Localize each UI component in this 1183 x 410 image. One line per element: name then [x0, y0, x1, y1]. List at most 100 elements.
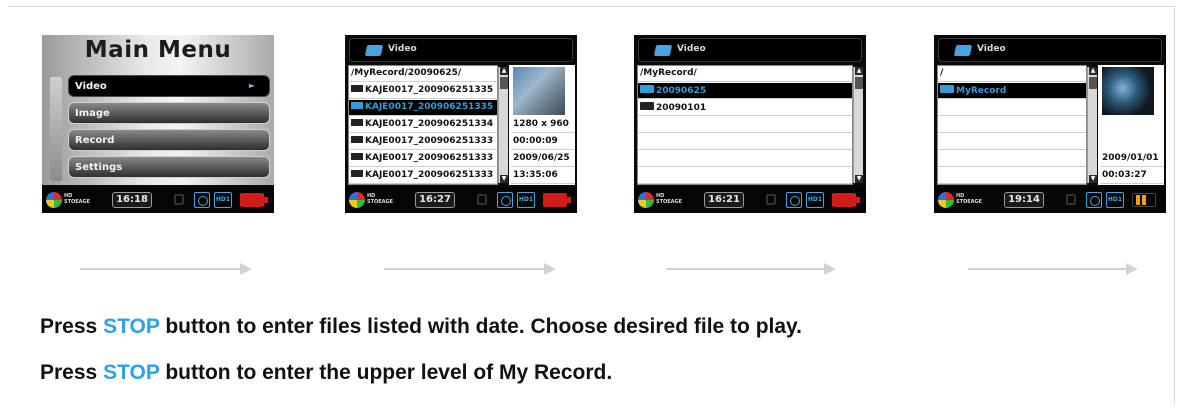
caption-text: button to enter files listed with date. …	[159, 315, 803, 338]
path-row: /MyRecord/20090625/	[349, 66, 497, 82]
screen-header: Video	[349, 38, 573, 62]
caption-text: Press	[40, 361, 104, 384]
video-folder-icon	[953, 45, 973, 56]
scroll-up-icon[interactable]: ▲	[500, 67, 508, 75]
flow-arrow-line	[80, 268, 240, 270]
scrollbar[interactable]: ▲ ▼	[1087, 67, 1097, 183]
scroll-down-icon[interactable]: ▼	[855, 175, 863, 183]
menu-item-record[interactable]: Record	[68, 129, 270, 151]
empty-row	[638, 117, 852, 133]
hd-storage-label: HD STOEAGE	[656, 193, 683, 205]
path-row: /MyRecord/	[638, 66, 852, 82]
empty-row	[938, 151, 1086, 167]
flow-arrow-head-icon	[240, 263, 252, 275]
list-item[interactable]: MyRecord	[938, 83, 1086, 99]
timer-icon	[786, 192, 802, 208]
date-text: 2009/01/01	[1100, 151, 1164, 167]
list-item[interactable]: KAJE0017_200906251333	[349, 168, 497, 184]
menu-item-label: Record	[75, 135, 115, 146]
menu-item-image[interactable]: Image	[68, 102, 270, 124]
empty-row	[638, 151, 852, 167]
resolution-text: 1280 x 960	[511, 117, 575, 133]
screen-date-folders: Video /MyRecord/ 20090625 20090101 ▲ ▼ H…	[634, 35, 866, 213]
instruction-line-1: Press STOP button to enter files listed …	[40, 315, 802, 339]
lock-icon	[766, 194, 776, 205]
main-menu-side-bar	[50, 77, 62, 181]
hd-quality-icon: HD1	[1106, 192, 1124, 208]
empty-row	[638, 168, 852, 184]
hd-storage-label: HD STOEAGE	[367, 193, 394, 205]
video-file-icon	[351, 170, 363, 177]
empty-row	[938, 100, 1086, 116]
list-item-label: KAJE0017_200906251333	[365, 153, 494, 163]
screen-file-list: Video /MyRecord/20090625/ KAJE0017_20090…	[345, 35, 577, 213]
scroll-down-icon[interactable]: ▼	[500, 175, 508, 183]
file-info-panel: 1280 x 960 00:00:09 2009/06/25 13:35:06	[509, 65, 575, 185]
scroll-thumb[interactable]	[1089, 77, 1097, 89]
scrollbar[interactable]: ▲ ▼	[853, 67, 863, 183]
list-item-label: KAJE0017_200906251333	[365, 170, 494, 180]
folder-icon	[640, 102, 654, 110]
time-text: 13:35:06	[511, 168, 575, 184]
video-folder-icon	[364, 45, 384, 56]
path-row: /	[938, 66, 1086, 82]
file-list: /MyRecord/20090625/ KAJE0017_20090625133…	[348, 65, 498, 185]
list-item[interactable]: KAJE0017_200906251333	[349, 134, 497, 150]
list-item[interactable]: KAJE0017_200906251333	[349, 151, 497, 167]
battery-icon	[1132, 193, 1156, 207]
timer-icon	[497, 192, 513, 208]
status-bar: HD STOEAGE 16:21 HD1	[634, 187, 866, 213]
clock: 16:18	[112, 192, 152, 208]
empty-row	[938, 117, 1086, 133]
video-thumbnail	[513, 67, 565, 115]
video-file-icon	[351, 85, 363, 92]
list-item[interactable]: KAJE0017_200906251334	[349, 117, 497, 133]
list-item[interactable]: 20090625	[638, 83, 852, 99]
video-file-icon	[351, 119, 363, 126]
menu-item-settings[interactable]: Settings	[68, 156, 270, 178]
menu-item-label: Settings	[75, 162, 123, 173]
hd-quality-icon: HD1	[214, 192, 232, 208]
lock-icon	[174, 194, 184, 205]
flow-arrow-head-icon	[544, 263, 556, 275]
list-item-label: KAJE0017_200906251333	[365, 136, 494, 146]
menu-item-video[interactable]: Video ►	[68, 75, 270, 97]
date-text: 2009/06/25	[511, 151, 575, 167]
scroll-down-icon[interactable]: ▼	[1089, 175, 1097, 183]
scroll-up-icon[interactable]: ▲	[855, 67, 863, 75]
folder-icon	[640, 85, 654, 93]
list-item-label: MyRecord	[956, 86, 1007, 96]
menu-item-label: Image	[75, 108, 110, 119]
hd-storage-label: HD STOEAGE	[64, 193, 91, 205]
battery-icon	[240, 193, 268, 207]
empty-row	[938, 134, 1086, 150]
screen-header: Video	[638, 38, 862, 62]
scroll-thumb[interactable]	[855, 77, 863, 89]
hd-storage-label: HD STOEAGE	[956, 193, 983, 205]
folder-icon	[940, 85, 954, 93]
duration-text: 00:00:09	[511, 134, 575, 150]
video-folder-icon	[653, 45, 673, 56]
list-item-label: 20090101	[656, 103, 707, 113]
caption-text: button to enter the upper level of My Re…	[159, 361, 613, 384]
hd-storage-icon	[46, 192, 62, 208]
video-file-icon	[351, 102, 363, 109]
folder-list: /MyRecord/ 20090625 20090101	[637, 65, 853, 185]
list-item[interactable]: 20090101	[638, 100, 852, 116]
video-file-icon	[351, 153, 363, 160]
hd-storage-icon	[938, 192, 954, 208]
instruction-line-2: Press STOP button to enter the upper lev…	[40, 361, 612, 385]
list-item-label: KAJE0017_200906251334	[365, 119, 494, 129]
scroll-thumb[interactable]	[500, 77, 508, 89]
scroll-up-icon[interactable]: ▲	[1089, 67, 1097, 75]
duration-text: 00:03:27	[1100, 168, 1164, 184]
scrollbar[interactable]: ▲ ▼	[498, 67, 508, 183]
screen-header: Video	[938, 38, 1162, 62]
status-bar: HD STOEAGE 16:27 HD1	[345, 187, 577, 213]
list-item-label: KAJE0017_200906251335	[365, 85, 494, 95]
screen-main-menu: Main Menu Video ► Image Record Settings …	[42, 35, 274, 213]
empty-row	[638, 134, 852, 150]
list-item[interactable]: KAJE0017_200906251335	[349, 100, 497, 116]
list-item[interactable]: KAJE0017_200906251335	[349, 83, 497, 99]
clock: 16:21	[704, 192, 744, 208]
